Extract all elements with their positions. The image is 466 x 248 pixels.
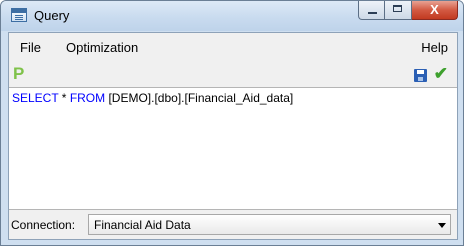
minimize-button[interactable] xyxy=(358,1,385,20)
sql-table-name: [DEMO].[dbo].[Financial_Aid_data] xyxy=(105,91,294,105)
sql-text: SELECT * FROM [DEMO].[dbo].[Financial_Ai… xyxy=(12,91,293,105)
query-window: Query X File Optimization Help P ✔ SELEC… xyxy=(0,0,464,246)
maximize-button[interactable] xyxy=(385,1,412,20)
minimize-icon xyxy=(368,12,377,14)
toolbar: P ✔ xyxy=(9,61,457,87)
window-title: Query xyxy=(34,8,70,23)
sql-keyword-from: FROM xyxy=(69,91,106,105)
query-window-icon xyxy=(11,8,27,22)
query-panel: File Optimization Help P ✔ SELECT * FROM… xyxy=(8,32,458,240)
menu-optimization[interactable]: Optimization xyxy=(66,40,138,55)
caption-buttons: X xyxy=(358,1,458,21)
close-icon: X xyxy=(430,2,439,17)
save-icon[interactable] xyxy=(414,69,427,82)
menu-help[interactable]: Help xyxy=(421,40,448,55)
connection-bar: Connection: Financial Aid Data xyxy=(9,210,457,240)
connection-dropdown[interactable]: Financial Aid Data xyxy=(88,214,451,235)
sql-star: * xyxy=(58,91,70,105)
close-button[interactable]: X xyxy=(412,1,458,20)
chevron-down-icon[interactable] xyxy=(438,223,446,228)
checkmark-icon[interactable]: ✔ xyxy=(434,64,448,84)
menu-file[interactable]: File xyxy=(20,40,41,55)
title-bar[interactable]: Query X xyxy=(1,1,463,31)
connection-value: Financial Aid Data xyxy=(94,218,191,232)
sql-editor[interactable]: SELECT * FROM [DEMO].[dbo].[Financial_Ai… xyxy=(9,87,457,210)
maximize-icon xyxy=(393,5,402,12)
p-button[interactable]: P xyxy=(13,64,24,84)
menu-bar: File Optimization Help xyxy=(9,33,457,61)
sql-keyword-select: SELECT xyxy=(12,91,59,105)
connection-label: Connection: xyxy=(11,218,76,232)
